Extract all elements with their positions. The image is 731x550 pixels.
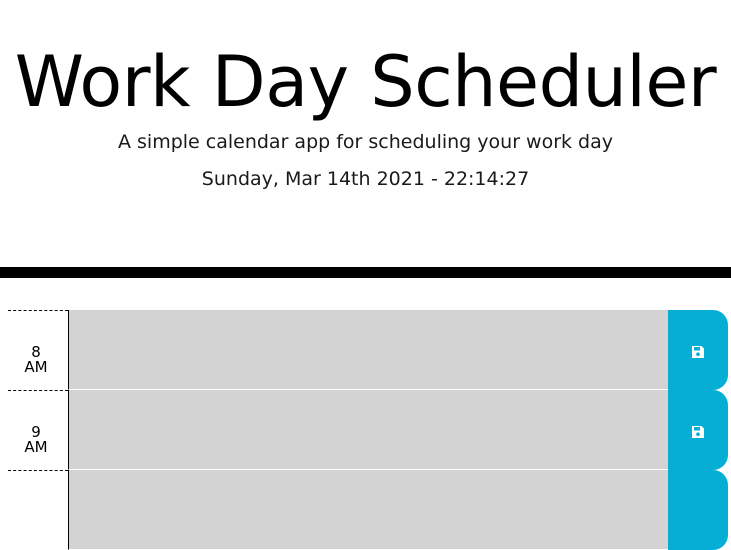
hour-label bbox=[8, 470, 68, 550]
page-title: Work Day Scheduler bbox=[14, 41, 717, 123]
header-divider bbox=[0, 267, 731, 278]
floppy-disk-icon bbox=[692, 346, 704, 358]
floppy-disk-icon bbox=[692, 426, 704, 438]
hour-period: AM bbox=[24, 438, 48, 456]
hour-label: 8 AM bbox=[8, 310, 68, 390]
current-day: Sunday, Mar 14th 2021 - 22:14:27 bbox=[201, 168, 530, 190]
time-block-partial bbox=[8, 470, 728, 550]
hour-label: 9 AM bbox=[8, 390, 68, 470]
description-input[interactable] bbox=[68, 470, 668, 550]
time-block-8am: 8 AM bbox=[8, 310, 728, 390]
save-button[interactable] bbox=[668, 390, 728, 470]
schedule-container: 8 AM 9 AM bbox=[8, 310, 728, 550]
save-button[interactable] bbox=[668, 470, 728, 550]
header-jumbotron: Work Day Scheduler A simple calendar app… bbox=[0, 0, 731, 267]
description-input[interactable] bbox=[68, 390, 668, 470]
page-subtitle: A simple calendar app for scheduling you… bbox=[117, 131, 614, 153]
time-block-9am: 9 AM bbox=[8, 390, 728, 470]
hour-period: AM bbox=[24, 358, 48, 376]
description-input[interactable] bbox=[68, 310, 668, 390]
save-button[interactable] bbox=[668, 310, 728, 390]
